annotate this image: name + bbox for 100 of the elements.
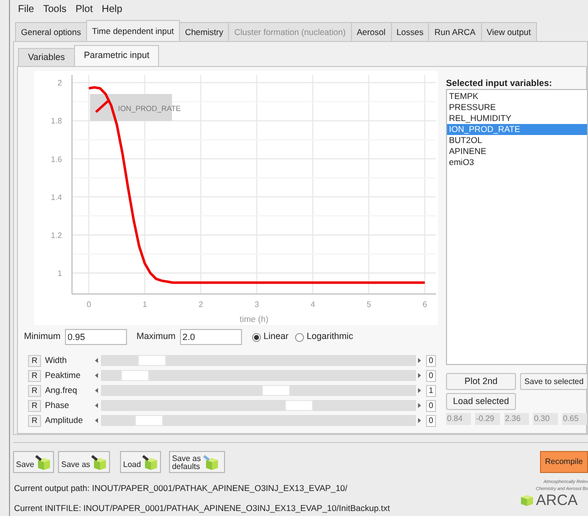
- right-arrow-icon[interactable]: [418, 403, 421, 408]
- reset-button[interactable]: R: [28, 400, 41, 412]
- output-path-text: Current output path: INOUT/PAPER_0001/PATHAK_APINENE_O3INJ_EX13_EVAP_10/: [14, 482, 348, 495]
- list-title: Selected input variables:: [446, 77, 554, 89]
- toolbar-button[interactable]: Save as defaults: [168, 451, 225, 473]
- radio-label: Linear: [264, 330, 289, 344]
- radio-label: Logarithmic: [306, 330, 354, 344]
- parameter-field: 2.36: [504, 413, 529, 425]
- x-tick-label: 6: [422, 300, 428, 309]
- cube-icon: [35, 455, 52, 471]
- recompile-button[interactable]: Recompile: [540, 451, 588, 473]
- tab[interactable]: Losses: [390, 22, 430, 41]
- reset-button[interactable]: R: [28, 384, 41, 396]
- list-item[interactable]: TEMPK: [447, 91, 587, 102]
- minimum-field[interactable]: 0.95: [64, 329, 127, 345]
- list-item[interactable]: PRESSURE: [447, 102, 587, 113]
- x-tick-label: 1: [142, 300, 148, 309]
- maximum-label: Maximum: [136, 330, 176, 344]
- right-arrow-icon[interactable]: [418, 373, 421, 378]
- cube-icon: [91, 455, 108, 471]
- y-tick-label: 2: [58, 78, 62, 88]
- right-arrow-icon[interactable]: [418, 418, 421, 423]
- load-button[interactable]: Load selected: [446, 393, 516, 410]
- slider-thumb[interactable]: [284, 400, 313, 411]
- value-field: 1: [426, 384, 436, 396]
- list-item[interactable]: APINENE: [447, 146, 587, 157]
- radio-button[interactable]: [294, 332, 304, 342]
- parameter-field: 0.30: [533, 413, 558, 425]
- logo-text: ARCA: [536, 492, 578, 508]
- value-field: 0: [426, 370, 436, 382]
- slider-label: Ang.freq: [45, 384, 78, 397]
- y-tick-label: 1.8: [50, 116, 62, 126]
- slider-track[interactable]: [101, 415, 416, 426]
- parameter-field: -0.29: [475, 413, 500, 425]
- value-field: 0: [426, 354, 436, 366]
- parameter-field: 0.84: [446, 413, 471, 425]
- tab[interactable]: View output: [480, 22, 537, 41]
- menu-item[interactable]: Tools: [43, 2, 66, 17]
- toolbar-button[interactable]: Load: [120, 451, 161, 473]
- left-arrow-icon[interactable]: [95, 388, 98, 393]
- y-tick-label: 1: [58, 269, 62, 278]
- cube-icon: [520, 493, 534, 507]
- slider-label: Phase: [45, 399, 70, 412]
- tab[interactable]: Aerosol: [350, 22, 392, 41]
- reset-button[interactable]: R: [28, 370, 41, 382]
- tab[interactable]: Parametric input: [74, 45, 160, 66]
- slider-track[interactable]: [101, 370, 416, 381]
- slider-track[interactable]: [101, 400, 416, 411]
- radio-button[interactable]: [252, 332, 261, 342]
- tab[interactable]: Run ARCA: [428, 22, 482, 41]
- right-arrow-icon[interactable]: [418, 388, 421, 393]
- menu-item[interactable]: File: [18, 2, 34, 17]
- slider-track[interactable]: [101, 355, 416, 366]
- x-tick-label: 2: [198, 300, 204, 309]
- right-arrow-icon[interactable]: [418, 358, 421, 363]
- x-axis-label: time (h): [240, 314, 268, 324]
- y-tick-label: 1.2: [50, 230, 62, 240]
- initfile-text: Current INITFILE: INOUT/PAPER_0001/PATHAK_APINENE_O3INJ_EX13_EVAP_10/InitBackup.txt: [14, 502, 390, 514]
- value-field: 0: [426, 400, 436, 412]
- legend-line: [95, 100, 109, 113]
- parameter-field: 0.65: [562, 413, 587, 425]
- menu-item[interactable]: Plot: [75, 2, 93, 17]
- left-arrow-icon[interactable]: [95, 418, 98, 423]
- slider-label: Width: [45, 354, 68, 367]
- x-tick-label: 5: [366, 300, 372, 309]
- tab[interactable]: General options: [15, 22, 88, 41]
- value-field: 0: [426, 414, 436, 426]
- slider-label: Peaktime: [45, 369, 82, 382]
- list-item[interactable]: emiO3: [447, 157, 587, 168]
- list-item[interactable]: BUT2OL: [447, 135, 587, 146]
- plot-button[interactable]: Plot 2nd: [446, 373, 516, 390]
- y-tick-label: 1.6: [50, 154, 62, 164]
- variable-list[interactable]: TEMPK PRESSURE REL_HUMIDITY ION_PROD_RATE BUT2OL APINENE emiO3: [446, 89, 588, 365]
- toolbar-button[interactable]: Save as: [58, 451, 110, 473]
- reset-button[interactable]: R: [28, 354, 41, 366]
- cube-icon: [142, 455, 158, 471]
- left-arrow-icon[interactable]: [95, 403, 98, 408]
- x-tick-label: 0: [86, 300, 92, 309]
- tab[interactable]: Variables: [18, 48, 75, 66]
- minimum-label: Minimum: [24, 330, 61, 344]
- left-arrow-icon[interactable]: [95, 373, 98, 378]
- slider-track[interactable]: [101, 385, 416, 396]
- cube-icon: [202, 455, 219, 471]
- list-item[interactable]: REL_HUMIDITY: [447, 113, 587, 124]
- menu-item[interactable]: Help: [102, 2, 122, 17]
- x-tick-label: 4: [310, 300, 316, 309]
- tab[interactable]: Chemistry: [178, 22, 230, 41]
- y-tick-label: 1.4: [50, 192, 62, 202]
- x-tick-label: 3: [254, 300, 260, 309]
- slider-thumb[interactable]: [262, 385, 290, 396]
- slider-thumb[interactable]: [121, 370, 150, 381]
- slider-thumb[interactable]: [135, 415, 164, 426]
- save-button[interactable]: Save to selected: [520, 373, 588, 390]
- maximum-field[interactable]: 2.0: [180, 329, 242, 345]
- tab[interactable]: Time dependent input: [86, 20, 180, 41]
- toolbar-button[interactable]: Save: [13, 451, 54, 473]
- left-arrow-icon[interactable]: [95, 358, 98, 363]
- slider-thumb[interactable]: [138, 355, 166, 366]
- slider-label: Amplitude: [45, 414, 84, 427]
- reset-button[interactable]: R: [28, 414, 41, 426]
